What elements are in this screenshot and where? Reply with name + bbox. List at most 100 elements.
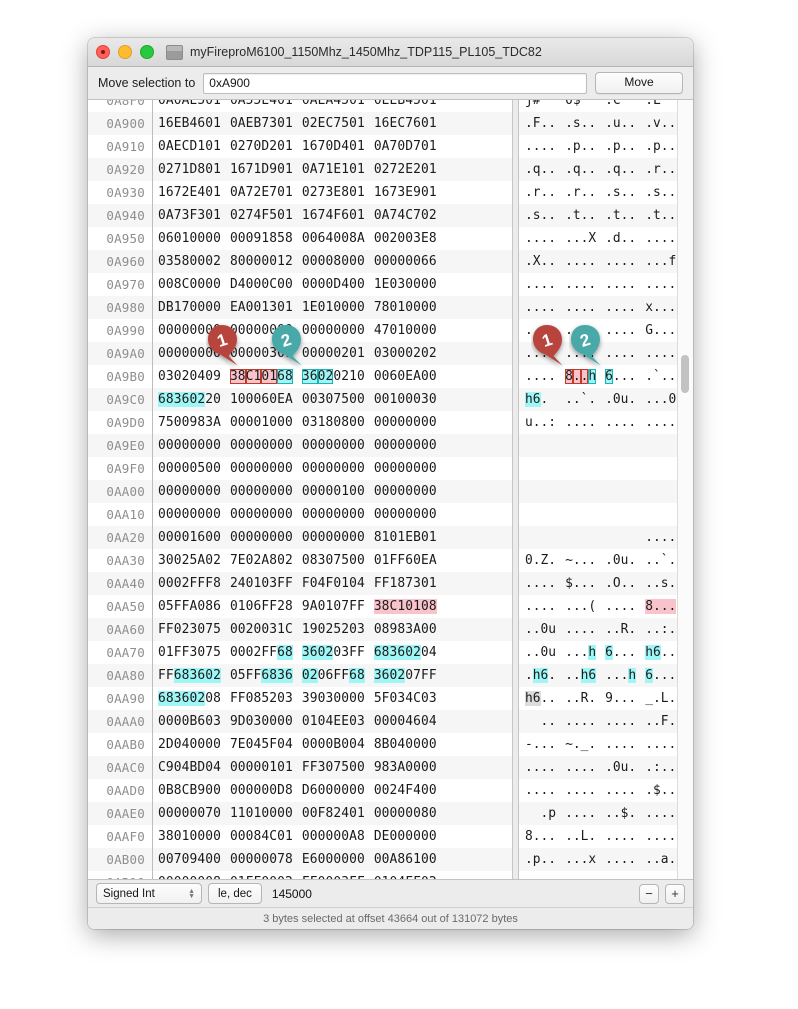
ascii-char[interactable] bbox=[573, 438, 581, 453]
ascii-char[interactable]: . bbox=[588, 277, 596, 292]
ascii-char[interactable] bbox=[565, 507, 573, 522]
hex-byte[interactable]: FF bbox=[277, 576, 293, 591]
hex-byte[interactable]: 00 bbox=[261, 806, 277, 821]
hex-byte[interactable]: 74 bbox=[318, 208, 334, 223]
hex-byte[interactable]: 30 bbox=[318, 392, 334, 407]
hex-byte[interactable]: 0B bbox=[158, 783, 174, 798]
hex-byte[interactable]: 00 bbox=[246, 484, 262, 499]
ascii-char[interactable] bbox=[541, 484, 549, 499]
ascii-char[interactable]: . bbox=[621, 691, 629, 706]
hex-byte[interactable]: 00 bbox=[174, 484, 190, 499]
ascii-char[interactable]: . bbox=[645, 760, 653, 775]
ascii-char[interactable]: ( bbox=[588, 599, 596, 614]
hex-byte[interactable]: 04 bbox=[174, 737, 190, 752]
ascii-char[interactable]: . bbox=[653, 323, 661, 338]
ascii-char[interactable] bbox=[533, 806, 541, 821]
hex-byte[interactable]: 38 bbox=[373, 599, 390, 614]
ascii-char[interactable]: . bbox=[565, 231, 573, 246]
hex-byte[interactable]: 02 bbox=[246, 553, 262, 568]
hex-byte[interactable]: 00 bbox=[374, 783, 390, 798]
hex-byte[interactable]: 01 bbox=[349, 139, 365, 154]
ascii-char[interactable]: 6 bbox=[532, 691, 541, 706]
ascii-char[interactable]: r bbox=[533, 185, 541, 200]
hex-byte[interactable]: 00 bbox=[246, 392, 262, 407]
hex-byte[interactable]: 0A bbox=[158, 208, 174, 223]
ascii-char[interactable]: . bbox=[525, 162, 533, 177]
add-inspector-button[interactable]: + bbox=[665, 883, 685, 904]
hex-byte[interactable]: 00 bbox=[318, 852, 334, 867]
hex-byte[interactable]: 00 bbox=[318, 737, 334, 752]
hex-byte[interactable]: 86 bbox=[205, 599, 221, 614]
hex-byte[interactable]: BD bbox=[189, 760, 205, 775]
hex-byte[interactable]: 45 bbox=[333, 100, 349, 108]
ascii-char[interactable]: . bbox=[653, 806, 661, 821]
hex-byte[interactable]: 06 bbox=[158, 231, 174, 246]
ascii-char[interactable] bbox=[548, 100, 556, 108]
hex-byte[interactable]: 16 bbox=[302, 139, 318, 154]
ascii-char[interactable]: . bbox=[533, 346, 541, 361]
ascii-char[interactable]: . bbox=[605, 162, 613, 177]
hex-byte[interactable]: E8 bbox=[421, 231, 437, 246]
hex-byte[interactable]: 70 bbox=[205, 806, 221, 821]
ascii-char[interactable]: . bbox=[588, 300, 596, 315]
hex-byte[interactable]: 02 bbox=[205, 254, 221, 269]
ascii-char[interactable]: . bbox=[541, 185, 549, 200]
hex-byte[interactable]: 00 bbox=[405, 829, 421, 844]
hex-byte[interactable]: FF bbox=[349, 599, 365, 614]
ascii-char[interactable]: . bbox=[661, 185, 669, 200]
hex-byte[interactable]: 01 bbox=[261, 369, 278, 384]
hex-byte[interactable]: 04 bbox=[349, 737, 365, 752]
ascii-char[interactable]: . bbox=[621, 346, 629, 361]
ascii-char[interactable]: . bbox=[573, 300, 581, 315]
ascii-char[interactable]: . bbox=[533, 139, 541, 154]
hex-byte[interactable]: 01 bbox=[205, 100, 221, 108]
ascii-char[interactable]: . bbox=[581, 622, 589, 637]
ascii-char[interactable]: : bbox=[661, 622, 669, 637]
hex-byte[interactable]: 03 bbox=[261, 346, 277, 361]
ascii-char[interactable]: u bbox=[548, 645, 556, 660]
hex-byte[interactable]: 00 bbox=[302, 254, 318, 269]
ascii-char[interactable]: L bbox=[581, 829, 589, 844]
ascii-char[interactable] bbox=[548, 507, 556, 522]
ascii-char[interactable]: . bbox=[541, 852, 549, 867]
hex-byte[interactable]: 75 bbox=[333, 760, 349, 775]
ascii-char[interactable] bbox=[613, 461, 621, 476]
hex-byte[interactable]: 01 bbox=[421, 139, 437, 154]
ascii-char[interactable]: . bbox=[645, 185, 653, 200]
hex-byte[interactable]: D8 bbox=[189, 162, 205, 177]
hex-byte[interactable]: 00 bbox=[277, 530, 293, 545]
datatype-select[interactable]: Signed Int ▲ ▼ bbox=[96, 883, 202, 904]
ascii-char[interactable]: . bbox=[541, 369, 549, 384]
hex-byte[interactable]: 00 bbox=[318, 254, 334, 269]
hex-byte[interactable]: 00 bbox=[277, 507, 293, 522]
hex-byte[interactable]: 01 bbox=[277, 185, 293, 200]
hex-byte[interactable]: 00 bbox=[302, 392, 318, 407]
hex-byte[interactable]: 16 bbox=[189, 530, 205, 545]
hex-byte[interactable]: 00 bbox=[421, 737, 437, 752]
ascii-char[interactable]: . bbox=[661, 530, 669, 545]
ascii-char[interactable]: . bbox=[588, 576, 596, 591]
ascii-char[interactable] bbox=[661, 461, 669, 476]
hex-byte[interactable]: 00 bbox=[246, 507, 262, 522]
ascii-char[interactable]: . bbox=[621, 599, 629, 614]
ascii-char[interactable]: . bbox=[533, 599, 541, 614]
hex-byte[interactable]: 01 bbox=[421, 162, 437, 177]
hex-byte[interactable]: 38 bbox=[229, 369, 246, 384]
ascii-char[interactable]: . bbox=[548, 369, 556, 384]
hex-byte[interactable]: 00 bbox=[174, 806, 190, 821]
ascii-char[interactable]: . bbox=[661, 783, 669, 798]
ascii-char[interactable]: . bbox=[613, 277, 621, 292]
ascii-char[interactable]: . bbox=[541, 829, 549, 844]
ascii-char[interactable]: . bbox=[581, 714, 589, 729]
hex-byte[interactable]: 00 bbox=[374, 369, 390, 384]
hex-byte[interactable]: 00 bbox=[302, 737, 318, 752]
hex-byte[interactable]: 60 bbox=[405, 553, 421, 568]
ascii-char[interactable]: . bbox=[628, 300, 636, 315]
ascii-char[interactable]: 0 bbox=[668, 392, 676, 407]
ascii-char[interactable]: . bbox=[661, 323, 669, 338]
ascii-char[interactable] bbox=[621, 507, 629, 522]
ascii-char[interactable]: . bbox=[628, 277, 636, 292]
ascii-char[interactable] bbox=[581, 100, 589, 108]
hex-byte[interactable]: 00 bbox=[318, 530, 334, 545]
ascii-char[interactable]: . bbox=[628, 553, 636, 568]
